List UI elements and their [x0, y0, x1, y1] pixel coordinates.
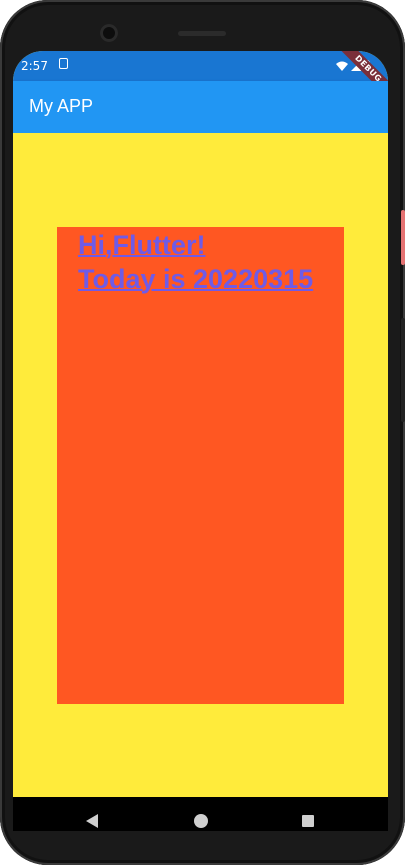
power-button[interactable]: [401, 318, 405, 422]
screen: 2:57 DEBUG My APP Hi,Flutter! Today is 2…: [13, 51, 388, 831]
orange-container: Hi,Flutter! Today is 20220315: [57, 227, 344, 704]
wifi-icon: [336, 61, 348, 71]
greeting-text: Hi,Flutter! Today is 20220315: [78, 228, 313, 296]
app-bar: My APP: [13, 81, 388, 133]
recents-square-icon[interactable]: [302, 815, 314, 827]
earpiece-speaker: [178, 31, 226, 36]
phone-frame: 2:57 DEBUG My APP Hi,Flutter! Today is 2…: [0, 0, 405, 865]
home-circle-icon[interactable]: [194, 814, 208, 828]
back-triangle-icon[interactable]: [86, 814, 98, 828]
front-camera-icon: [100, 24, 118, 42]
app-title: My APP: [29, 96, 94, 116]
greeting-line-1: Hi,Flutter!: [78, 230, 206, 260]
greeting-line-2: Today is 20220315: [78, 264, 314, 294]
volume-button[interactable]: [401, 210, 405, 265]
sim-card-icon: [59, 58, 68, 69]
content-area: Hi,Flutter! Today is 20220315: [13, 133, 388, 797]
navigation-bar: [13, 797, 388, 831]
status-time: 2:57: [21, 59, 48, 73]
status-bar: 2:57 DEBUG: [13, 51, 388, 103]
